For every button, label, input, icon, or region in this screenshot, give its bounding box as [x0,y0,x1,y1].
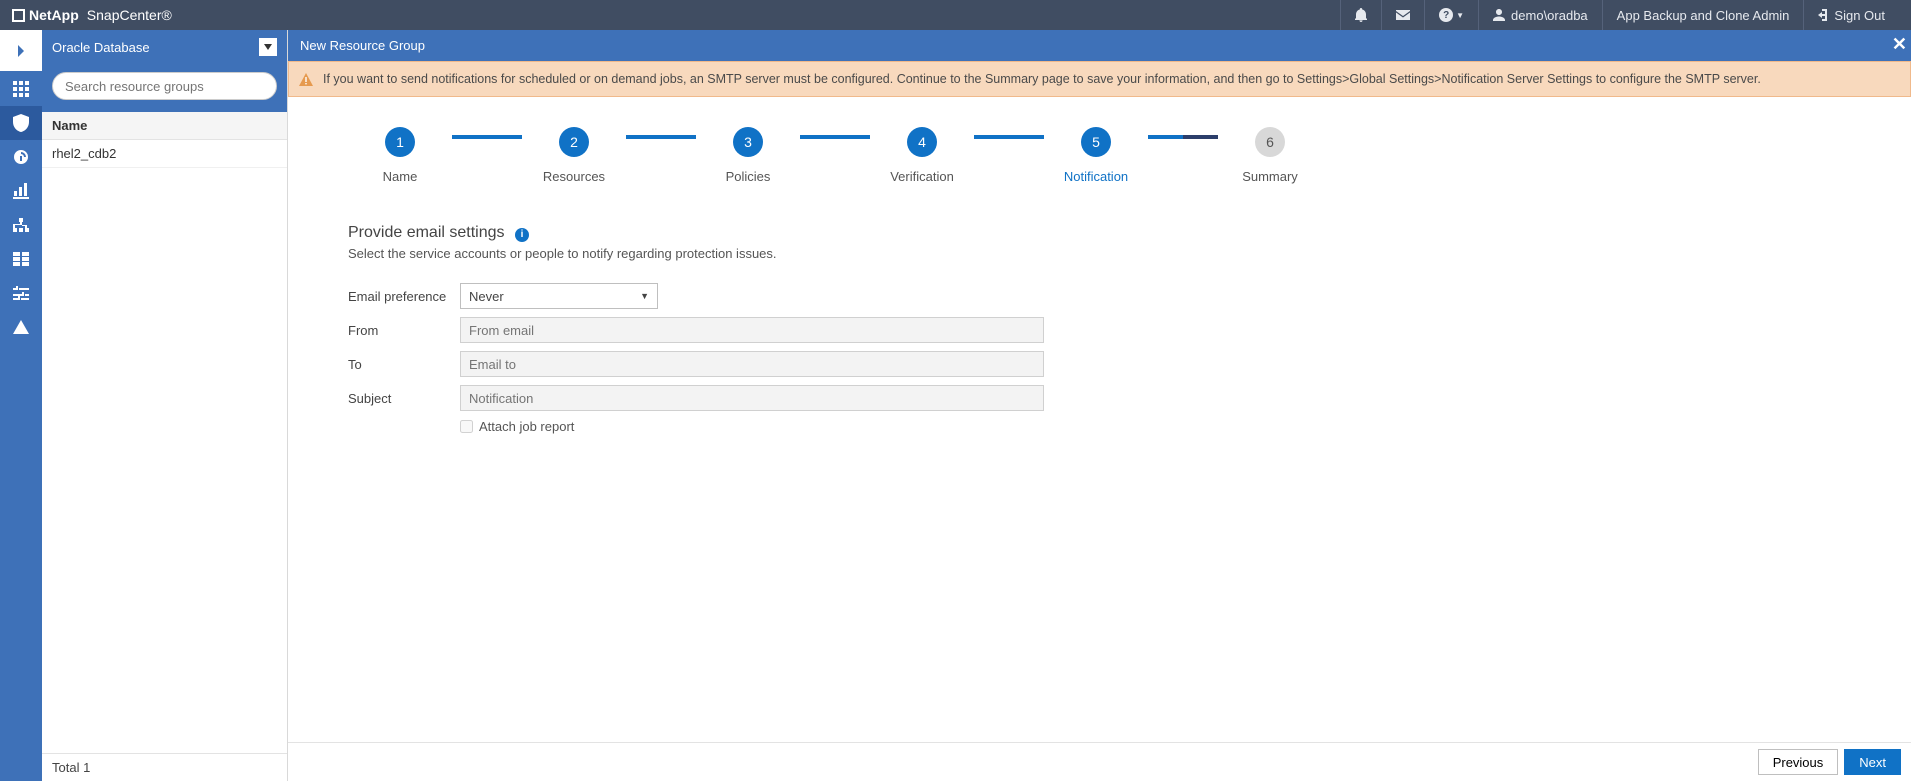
signout-button[interactable]: Sign Out [1804,0,1899,30]
step-circle: 6 [1255,127,1285,157]
step-circle: 3 [733,127,763,157]
row-subject: Subject [348,385,1851,411]
list-total: Total 1 [42,753,287,781]
label-to: To [348,357,460,372]
shield-check-icon [13,114,29,132]
step-label: Verification [890,169,954,184]
mail-icon [1396,10,1410,20]
wizard-body: 1 Name 2 Resources 3 Policies 4 Verifica… [288,97,1911,464]
label-from: From [348,323,460,338]
messages-button[interactable] [1382,0,1424,30]
chevron-right-icon [16,45,26,57]
search-wrap [42,64,287,112]
step-label: Summary [1242,169,1298,184]
rail-expand-button[interactable] [0,30,42,72]
signout-icon [1818,9,1830,21]
role-label[interactable]: App Backup and Clone Admin [1603,0,1804,30]
step-circle: 5 [1081,127,1111,157]
section-title: Provide email settings i [348,224,1851,242]
caret-down-icon: ▼ [1456,11,1464,20]
step-circle: 2 [559,127,589,157]
warning-icon [13,320,29,334]
row-email-preference: Email preference Never ▼ [348,283,1851,309]
left-panel: Oracle Database Name rhel2_cdb2 Total 1 [42,30,288,781]
sliders-icon [13,286,29,300]
step-label: Resources [543,169,605,184]
close-button[interactable]: ✕ [1892,34,1907,55]
gauge-icon [12,148,30,166]
label-attach-report: Attach job report [479,419,574,434]
product-name: SnapCenter® [87,7,172,23]
section-subtitle: Select the service accounts or people to… [348,246,1851,261]
user-menu[interactable]: demo\oradba [1479,0,1602,30]
step-resources[interactable]: 2 Resources [522,127,626,184]
scope-label: Oracle Database [52,40,150,55]
step-name[interactable]: 1 Name [348,127,452,184]
row-to: To [348,351,1851,377]
nav-settings[interactable] [0,276,42,310]
step-label: Policies [726,169,771,184]
brand-logo: NetApp [12,7,79,23]
previous-button[interactable]: Previous [1758,749,1839,775]
nav-storage[interactable] [0,242,42,276]
help-button[interactable]: ? ▼ [1425,0,1478,30]
warning-text: If you want to send notifications for sc… [323,72,1761,86]
label-email-preference: Email preference [348,289,460,304]
nav-monitor[interactable] [0,140,42,174]
main-area: New Resource Group ✕ If you want to send… [288,30,1911,781]
notifications-button[interactable] [1341,0,1381,30]
checkbox-attach-report[interactable] [460,420,473,433]
scope-dropdown-button[interactable] [259,38,277,56]
select-email-preference[interactable]: Never ▼ [460,283,658,309]
netapp-icon [12,9,25,22]
list-item[interactable]: rhel2_cdb2 [42,140,287,168]
barchart-icon [13,183,29,199]
user-label: demo\oradba [1511,8,1588,23]
topbar: NetApp SnapCenter® ? ▼ demo\oradba App B… [0,0,1911,30]
label-subject: Subject [348,391,460,406]
step-verification[interactable]: 4 Verification [870,127,974,184]
nav-hosts[interactable] [0,208,42,242]
help-icon: ? [1439,8,1453,22]
bell-icon [1355,8,1367,22]
step-label: Name [383,169,418,184]
warning-icon [299,73,313,89]
caret-down-icon [264,44,272,50]
step-circle: 1 [385,127,415,157]
wizard-title-bar: New Resource Group ✕ [288,30,1911,61]
next-button[interactable]: Next [1844,749,1901,775]
stack-icon [13,252,29,266]
step-label: Notification [1064,169,1128,184]
wizard-footer: Previous Next [288,742,1911,781]
step-policies[interactable]: 3 Policies [696,127,800,184]
info-icon[interactable]: i [515,228,529,242]
nav-dashboard[interactable] [0,72,42,106]
input-to[interactable] [460,351,1044,377]
stepper: 1 Name 2 Resources 3 Policies 4 Verifica… [348,127,1851,184]
input-subject[interactable] [460,385,1044,411]
grid-icon [13,81,29,97]
row-from: From [348,317,1851,343]
caret-down-icon: ▼ [640,291,649,301]
signout-label: Sign Out [1834,8,1885,23]
input-from[interactable] [460,317,1044,343]
section-title-text: Provide email settings [348,224,505,241]
select-value: Never [469,289,504,304]
row-attach-report: Attach job report [460,419,1851,434]
nav-protect[interactable] [0,106,42,140]
smtp-warning-banner: If you want to send notifications for sc… [288,61,1911,97]
tree-icon [13,218,29,232]
brand-text: NetApp [29,7,79,23]
user-icon [1493,9,1505,21]
nav-rail [0,30,42,781]
step-circle: 4 [907,127,937,157]
nav-alerts[interactable] [0,310,42,344]
nav-reports[interactable] [0,174,42,208]
step-summary[interactable]: 6 Summary [1218,127,1322,184]
step-notification[interactable]: 5 Notification [1044,127,1148,184]
wizard-title: New Resource Group [300,38,425,53]
scope-selector: Oracle Database [42,30,287,64]
search-input[interactable] [52,72,277,100]
list-header-name[interactable]: Name [42,112,287,140]
